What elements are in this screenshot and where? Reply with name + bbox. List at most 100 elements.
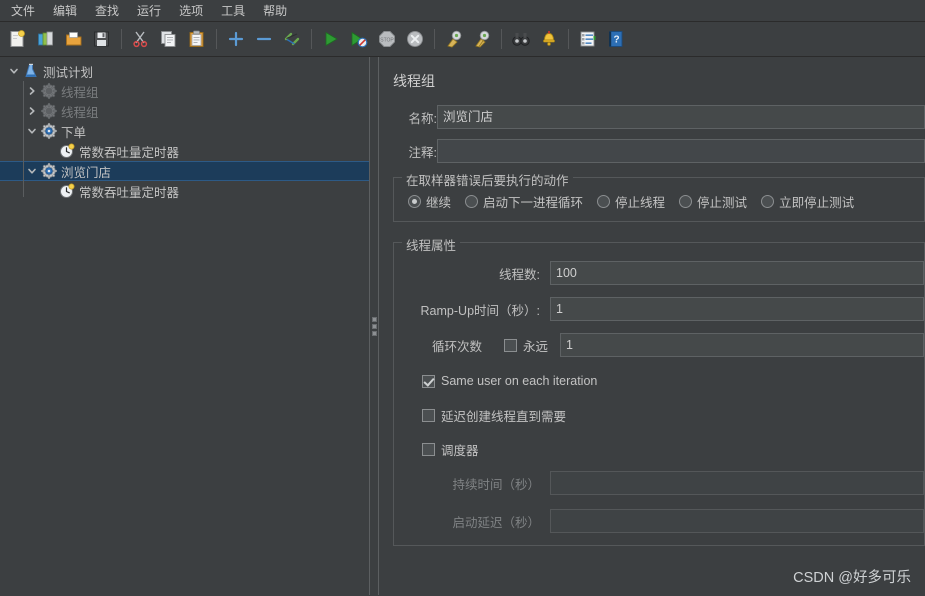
scheduler-checkbox-mark xyxy=(422,442,435,456)
same-user-checkbox-mark xyxy=(422,374,435,388)
delay-create-row: 延迟创建线程直到需要 xyxy=(394,403,924,427)
delay-create-checkbox[interactable]: 延迟创建线程直到需要 xyxy=(422,406,566,425)
radio-start-next-loop[interactable]: 启动下一进程循环 xyxy=(465,192,583,211)
duration-row: 持续时间（秒） xyxy=(394,471,924,495)
toolbar-button-start-no-pause[interactable] xyxy=(346,26,372,52)
tree-node-test-plan[interactable]: 测试计划 xyxy=(0,61,369,81)
duration-input[interactable] xyxy=(550,471,924,495)
start-play-icon xyxy=(322,30,340,48)
stop-sign-icon: STOP xyxy=(378,30,396,48)
radio-stop-test-mark xyxy=(679,195,693,208)
toolbar-button-start-play[interactable] xyxy=(318,26,344,52)
delay-create-checkbox-mark xyxy=(422,408,435,422)
scheduler-row: 调度器 xyxy=(394,437,924,461)
toolbar-button-templates[interactable] xyxy=(33,26,59,52)
radio-stop-test-now[interactable]: 立即停止测试 xyxy=(761,192,854,211)
toolbar-button-save[interactable] xyxy=(89,26,115,52)
toolbar-button-paste-clipboard[interactable] xyxy=(184,26,210,52)
main-split: 测试计划 线程组 线程组 下单 常数吞吐量定时器 浏览门店 常数吞吐量定时器 线程组 名称:… xyxy=(0,57,925,595)
chevron-down-icon[interactable] xyxy=(24,163,40,179)
menu-options[interactable]: 选项 xyxy=(170,0,212,22)
menu-run[interactable]: 运行 xyxy=(128,0,170,22)
toolbar-button-cut-scissors[interactable] xyxy=(128,26,154,52)
delay-create-checkbox-label: 延迟创建线程直到需要 xyxy=(441,409,567,424)
chevron-down-icon[interactable] xyxy=(6,63,22,79)
name-label: 名称: xyxy=(408,111,437,126)
tree-node-timer-2[interactable]: 常数吞吐量定时器 xyxy=(0,181,369,201)
toolbar-button-reset-search-bell[interactable] xyxy=(536,26,562,52)
menu-file[interactable]: 文件 xyxy=(2,0,44,22)
same-user-checkbox-label: Same user on each iteration xyxy=(441,374,598,388)
expand-plus-icon xyxy=(227,30,245,48)
split-divider-grip xyxy=(371,316,377,336)
tree-node-thread-group-1[interactable]: 线程组 xyxy=(0,81,369,101)
startup-delay-row: 启动延迟（秒） xyxy=(394,509,924,533)
thread-group-gear-icon xyxy=(40,123,58,139)
toolbar-button-search-binoculars[interactable] xyxy=(508,26,534,52)
thread-group-gear-icon xyxy=(40,163,58,179)
toolbar-button-copy[interactable] xyxy=(156,26,182,52)
scheduler-checkbox[interactable]: 调度器 xyxy=(422,440,479,459)
clear-all-broom-icon xyxy=(473,30,491,48)
tree-node-timer-1[interactable]: 常数吞吐量定时器 xyxy=(0,141,369,161)
toolbar-button-function-helper[interactable] xyxy=(575,26,601,52)
radio-stop-test[interactable]: 停止测试 xyxy=(679,192,747,211)
chevron-down-icon[interactable] xyxy=(24,123,40,139)
toolbar-button-expand-plus[interactable] xyxy=(223,26,249,52)
ramp-up-input[interactable]: 1 xyxy=(550,297,924,321)
menu-help[interactable]: 帮助 xyxy=(254,0,296,22)
tree-node-label: 常数吞吐量定时器 xyxy=(79,145,180,160)
split-divider[interactable] xyxy=(369,57,379,595)
toolbar-button-toggle-pen[interactable] xyxy=(279,26,305,52)
menu-edit[interactable]: 编辑 xyxy=(44,0,86,22)
tree-node-liulanmendian[interactable]: 浏览门店 xyxy=(0,161,369,181)
chevron-right-icon[interactable] xyxy=(24,83,40,99)
menu-tools[interactable]: 工具 xyxy=(212,0,254,22)
comment-label: 注释: xyxy=(408,145,437,160)
tree-node-label: 线程组 xyxy=(61,105,99,120)
thread-properties-title: 线程属性 xyxy=(402,235,461,254)
toolbar-button-clear-broom[interactable] xyxy=(441,26,467,52)
radio-continue[interactable]: 继续 xyxy=(408,192,451,211)
toolbar-button-open-folder[interactable] xyxy=(61,26,87,52)
chevron-right-icon[interactable] xyxy=(24,103,40,119)
menu-search[interactable]: 查找 xyxy=(86,0,128,22)
error-action-title: 在取样器错误后要执行的动作 xyxy=(402,170,573,189)
loop-count-input[interactable]: 1 xyxy=(560,333,924,357)
toolbar: STOP? xyxy=(0,22,925,57)
tree-node-thread-group-2[interactable]: 线程组 xyxy=(0,101,369,121)
tree-node-label: 浏览门店 xyxy=(61,165,112,180)
reset-search-bell-icon xyxy=(540,30,558,48)
save-icon xyxy=(93,30,111,48)
error-action-radio-group[interactable]: 继续 启动下一进程循环 停止线程 停止测试 立即停止测试 xyxy=(394,192,924,211)
toolbar-button-help-book[interactable]: ? xyxy=(603,26,629,52)
toolbar-button-new-document[interactable] xyxy=(5,26,31,52)
thread-group-gear-icon xyxy=(40,103,58,119)
toolbar-button-stop-sign[interactable]: STOP xyxy=(374,26,400,52)
thread-group-editor: 线程组 名称: 浏览门店 注释: 在取样器错误后要执行的动作 继续 启动下一进程循… xyxy=(379,57,925,595)
toolbar-button-clear-all-broom[interactable] xyxy=(469,26,495,52)
radio-start-next-loop-label: 启动下一进程循环 xyxy=(483,196,584,210)
comment-input[interactable] xyxy=(437,139,925,163)
toolbar-separator xyxy=(311,29,312,49)
toolbar-button-collapse-minus[interactable] xyxy=(251,26,277,52)
menu-bar: 文件 编辑 查找 运行 选项 工具 帮助 xyxy=(0,0,925,22)
radio-stop-thread[interactable]: 停止线程 xyxy=(597,192,665,211)
forever-checkbox[interactable]: 永远 xyxy=(504,336,548,355)
same-user-checkbox[interactable]: Same user on each iteration xyxy=(422,374,597,388)
num-threads-input[interactable]: 100 xyxy=(550,261,924,285)
test-plan-tree[interactable]: 测试计划 线程组 线程组 下单 常数吞吐量定时器 浏览门店 常数吞吐量定时器 xyxy=(0,57,369,595)
radio-stop-test-label: 停止测试 xyxy=(697,196,748,210)
timer-clock-icon xyxy=(58,183,76,199)
tree-node-xiadan[interactable]: 下单 xyxy=(0,121,369,141)
ramp-up-label: Ramp-Up时间（秒）: xyxy=(420,303,540,318)
paste-clipboard-icon xyxy=(188,30,206,48)
startup-delay-input[interactable] xyxy=(550,509,924,533)
toolbar-button-shutdown-x[interactable] xyxy=(402,26,428,52)
page-title: 线程组 xyxy=(393,73,435,89)
name-input[interactable]: 浏览门店 xyxy=(437,105,925,129)
radio-continue-label: 继续 xyxy=(426,196,452,210)
shutdown-x-icon xyxy=(406,30,424,48)
comment-field-row: 注释: xyxy=(393,139,925,163)
tree-toggle-placeholder xyxy=(42,143,58,159)
